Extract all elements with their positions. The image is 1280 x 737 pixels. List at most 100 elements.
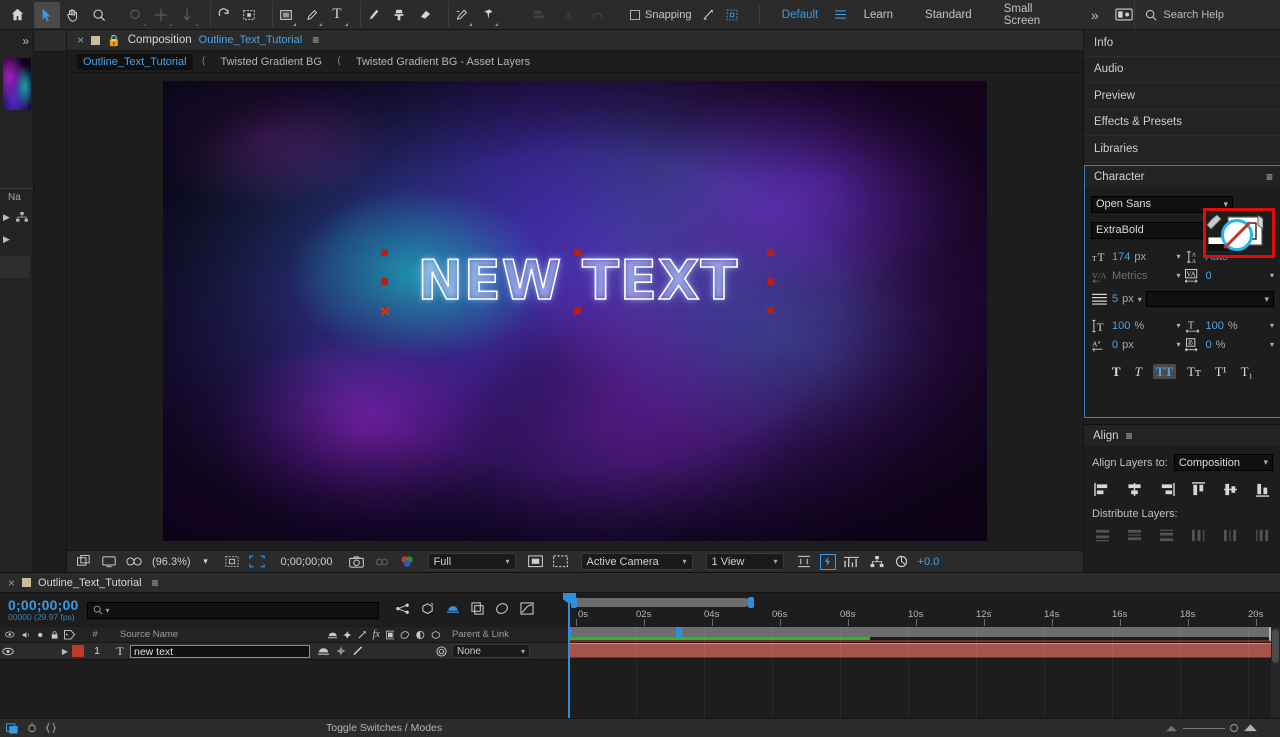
comp-tab-name[interactable]: Outline_Text_Tutorial [199,34,303,46]
enable-motion-blur-icon[interactable] [495,602,509,618]
vertical-scale-dropdown-icon[interactable]: ▾ [1176,321,1180,330]
layer-label-color[interactable] [72,645,84,657]
distribute-bottom-button[interactable] [1156,526,1176,544]
zoom-level-value[interactable]: (96.3%) [150,556,193,568]
draft-3d-icon[interactable] [421,602,435,618]
distribute-right-button[interactable] [1253,526,1273,544]
lock-icon[interactable]: 🔒 [107,34,121,47]
font-size-control[interactable]: TT 174 px ▾ [1091,247,1181,266]
zoom-dropdown-icon[interactable]: ▾ [200,553,212,571]
timeline-panel-menu-icon[interactable]: ≡ [152,576,159,590]
timeline-zoom-slider[interactable] [1165,723,1280,733]
chevron-right-icon-2[interactable]: ▶ [3,234,10,245]
resolution-select[interactable]: Full ▾ [428,553,516,570]
panel-tab-preview[interactable]: Preview [1084,83,1280,110]
close-icon[interactable]: × [77,33,84,47]
region-of-interest-icon[interactable] [236,2,262,28]
timeline-tab-label[interactable]: Outline_Text_Tutorial [38,577,142,589]
camera-select[interactable]: Active Camera ▾ [581,553,693,570]
eraser-tool-icon[interactable] [412,2,438,28]
selection-handle-tr[interactable] [767,249,774,256]
selection-handle-bm[interactable] [574,307,581,314]
snap-angle-icon[interactable] [698,2,720,28]
horizontal-scale-dropdown-icon[interactable]: ▾ [1270,321,1274,330]
stroke-width-dropdown-icon[interactable]: ▾ [1138,295,1142,304]
timeline-toggle-icon[interactable] [552,553,570,571]
timeline-search-input[interactable]: ▾ [87,602,379,619]
workspace-menu-icon[interactable] [834,2,847,28]
panel-tab-libraries[interactable]: Libraries [1084,136,1280,163]
time-ruler[interactable]: 0s 02s 04s 06s 08s 10s 12s 14s 16s 18s 2… [568,610,1280,627]
align-bottom-button[interactable] [1253,480,1273,498]
rotate-tool-icon[interactable] [210,2,236,28]
tracking-dropdown-icon[interactable]: ▾ [1270,271,1274,280]
grid-guides-icon[interactable] [223,553,241,571]
selection-handle-mr[interactable] [767,278,774,285]
align-left-button[interactable] [1092,480,1112,498]
work-area-bar[interactable] [573,598,749,607]
work-area-end-handle[interactable] [748,597,754,608]
selection-handle-tl[interactable] [381,249,388,256]
type-tool-icon[interactable]: T [324,2,350,28]
faux-bold-button[interactable]: T [1109,364,1124,379]
align-layers-to-select[interactable]: Composition ▾ [1174,454,1273,471]
views-select[interactable]: 1 View ▾ [706,553,784,570]
align-right-button[interactable] [1156,480,1176,498]
clone-stamp-tool-icon[interactable] [386,2,412,28]
distribute-horizontal-center-button[interactable] [1221,526,1241,544]
hand-tool-icon[interactable] [60,2,86,28]
subscript-button[interactable]: T₁ [1238,364,1256,379]
work-area-track[interactable] [568,627,1280,637]
project-item-row-2[interactable]: ▶ [0,228,33,250]
zoom-slider-track[interactable] [1183,728,1225,729]
fast-previews-icon[interactable] [527,553,545,571]
shape-tool-icon[interactable] [272,2,298,28]
no-fill-icon[interactable] [1221,219,1253,251]
enable-frame-blending-icon[interactable] [471,602,484,618]
panel-tab-effects-presets[interactable]: Effects & Presets [1084,110,1280,137]
superscript-button[interactable]: T¹ [1212,364,1230,379]
region-of-interest-toggle-icon[interactable] [248,553,266,571]
tracking-control[interactable]: VA 0 ▾ [1185,266,1275,285]
exposure-reset-icon[interactable] [893,553,911,571]
tsume-dropdown-icon[interactable]: ▾ [1270,340,1274,349]
roto-brush-tool-icon[interactable] [448,2,474,28]
fill-stroke-widget[interactable] [1206,211,1272,255]
renderer-icon[interactable] [868,553,886,571]
kerning-control[interactable]: V/A Metrics ▾ [1091,266,1181,285]
distribute-vertical-center-button[interactable] [1124,526,1144,544]
align-top-button[interactable] [1189,480,1209,498]
selection-handle-tm[interactable] [574,249,581,256]
breadcrumb-item-0[interactable]: Outline_Text_Tutorial [77,54,193,70]
rail-expand-icon[interactable]: » [0,30,33,52]
search-help[interactable]: Search Help [1134,0,1280,30]
3d-glasses-icon[interactable] [125,553,143,571]
brush-tool-icon[interactable] [360,2,386,28]
small-caps-button[interactable]: Tᴛ [1184,364,1204,379]
selection-handle-br[interactable] [767,307,774,314]
horizontal-scale-control[interactable]: T 100 % ▾ [1185,316,1275,335]
toggle-transparency-grid-icon[interactable] [75,553,93,571]
baseline-shift-dropdown-icon[interactable]: ▾ [1176,340,1180,349]
panel-tab-audio[interactable]: Audio [1084,57,1280,84]
fill-stroke-highlight-box[interactable] [1203,208,1275,258]
hide-shy-layers-icon[interactable] [446,602,460,618]
parent-link-column-header[interactable]: Parent & Link [440,627,509,643]
snapshot-camera-icon[interactable] [348,553,366,571]
rotation-tool-icon[interactable] [122,2,148,28]
fast-preview-toggle-icon[interactable] [820,554,836,570]
layer-video-toggle[interactable] [0,647,16,656]
layer-parent-pickwhip[interactable] [430,646,452,657]
current-time-display[interactable]: 0;00;00;00 00000 (29.97 fps) [8,599,79,622]
faux-italic-button[interactable]: T [1132,364,1145,379]
all-caps-button[interactable]: TT [1153,364,1176,379]
show-channel-icon[interactable] [398,553,416,571]
home-icon[interactable] [4,2,30,28]
text-layer-selection[interactable]: NEW TEXT [385,253,771,309]
workspace-small-screen[interactable]: Small Screen [988,0,1077,30]
baseline-shift-control[interactable]: Aa 0 px ▾ [1091,335,1181,354]
selection-handle-ml[interactable] [381,278,388,285]
timeline-graph-icon[interactable] [843,553,861,571]
workspace-default[interactable]: Default [766,0,834,30]
source-name-column-header[interactable]: Source Name [110,627,320,643]
